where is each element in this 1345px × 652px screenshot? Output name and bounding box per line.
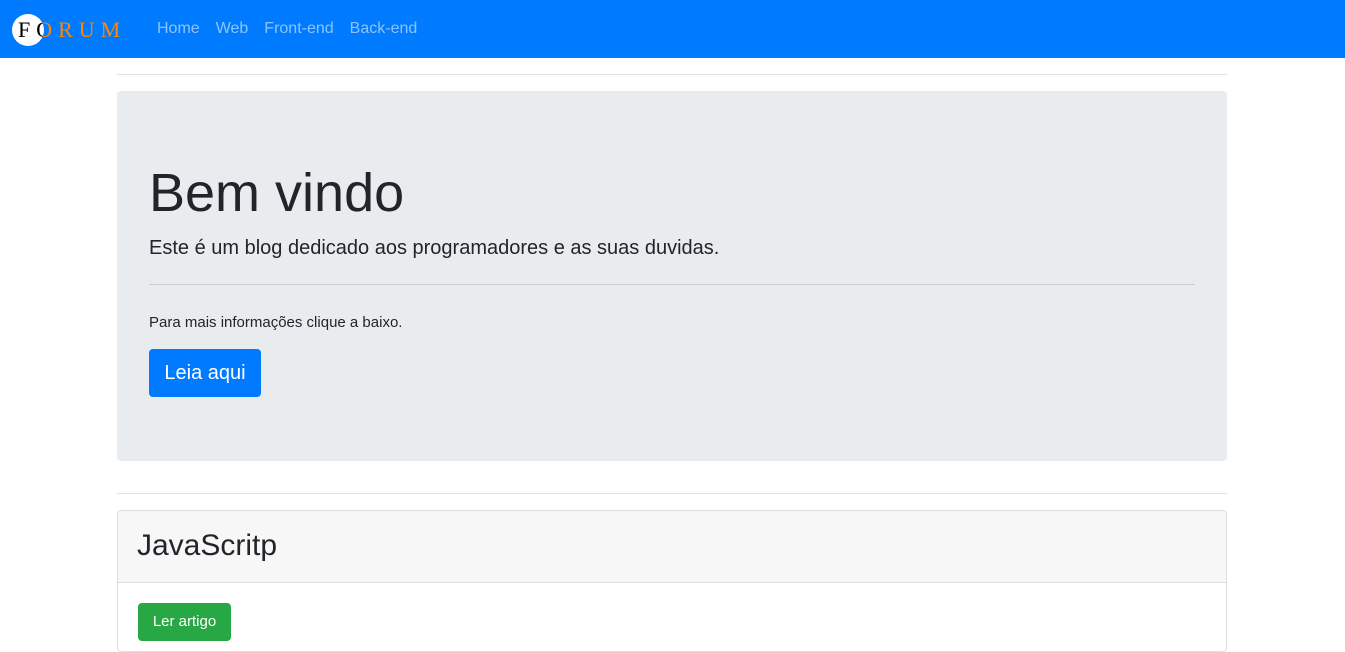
card-title: JavaScritp <box>137 529 278 562</box>
top-navbar: FORUM Home Web Front-end Back-end <box>0 0 1345 58</box>
nav-link-home[interactable]: Home <box>157 20 200 38</box>
brand-logo[interactable]: FORUM <box>12 14 126 46</box>
jumbotron-text: Para mais informações clique a baixo. <box>149 314 403 331</box>
article-card: JavaScritp Ler artigo <box>117 510 1227 652</box>
read-here-button[interactable]: Leia aqui <box>149 349 261 397</box>
nav-links: Home Web Front-end Back-end <box>157 0 433 58</box>
top-divider <box>117 74 1227 75</box>
brand-name: FORUM <box>18 17 127 42</box>
jumbotron-lead: Este é um blog dedicado aos programadore… <box>149 237 720 259</box>
welcome-jumbotron: Bem vindo Este é um blog dedicado aos pr… <box>117 91 1227 461</box>
nav-link-back-end[interactable]: Back-end <box>350 20 418 38</box>
jumbotron-divider <box>149 284 1195 285</box>
card-header: JavaScritp <box>118 511 1226 583</box>
nav-link-front-end[interactable]: Front-end <box>264 20 333 38</box>
middle-divider <box>117 493 1227 494</box>
jumbotron-title: Bem vindo <box>149 163 405 223</box>
nav-link-web[interactable]: Web <box>216 20 249 38</box>
read-article-button[interactable]: Ler artigo <box>138 603 231 641</box>
